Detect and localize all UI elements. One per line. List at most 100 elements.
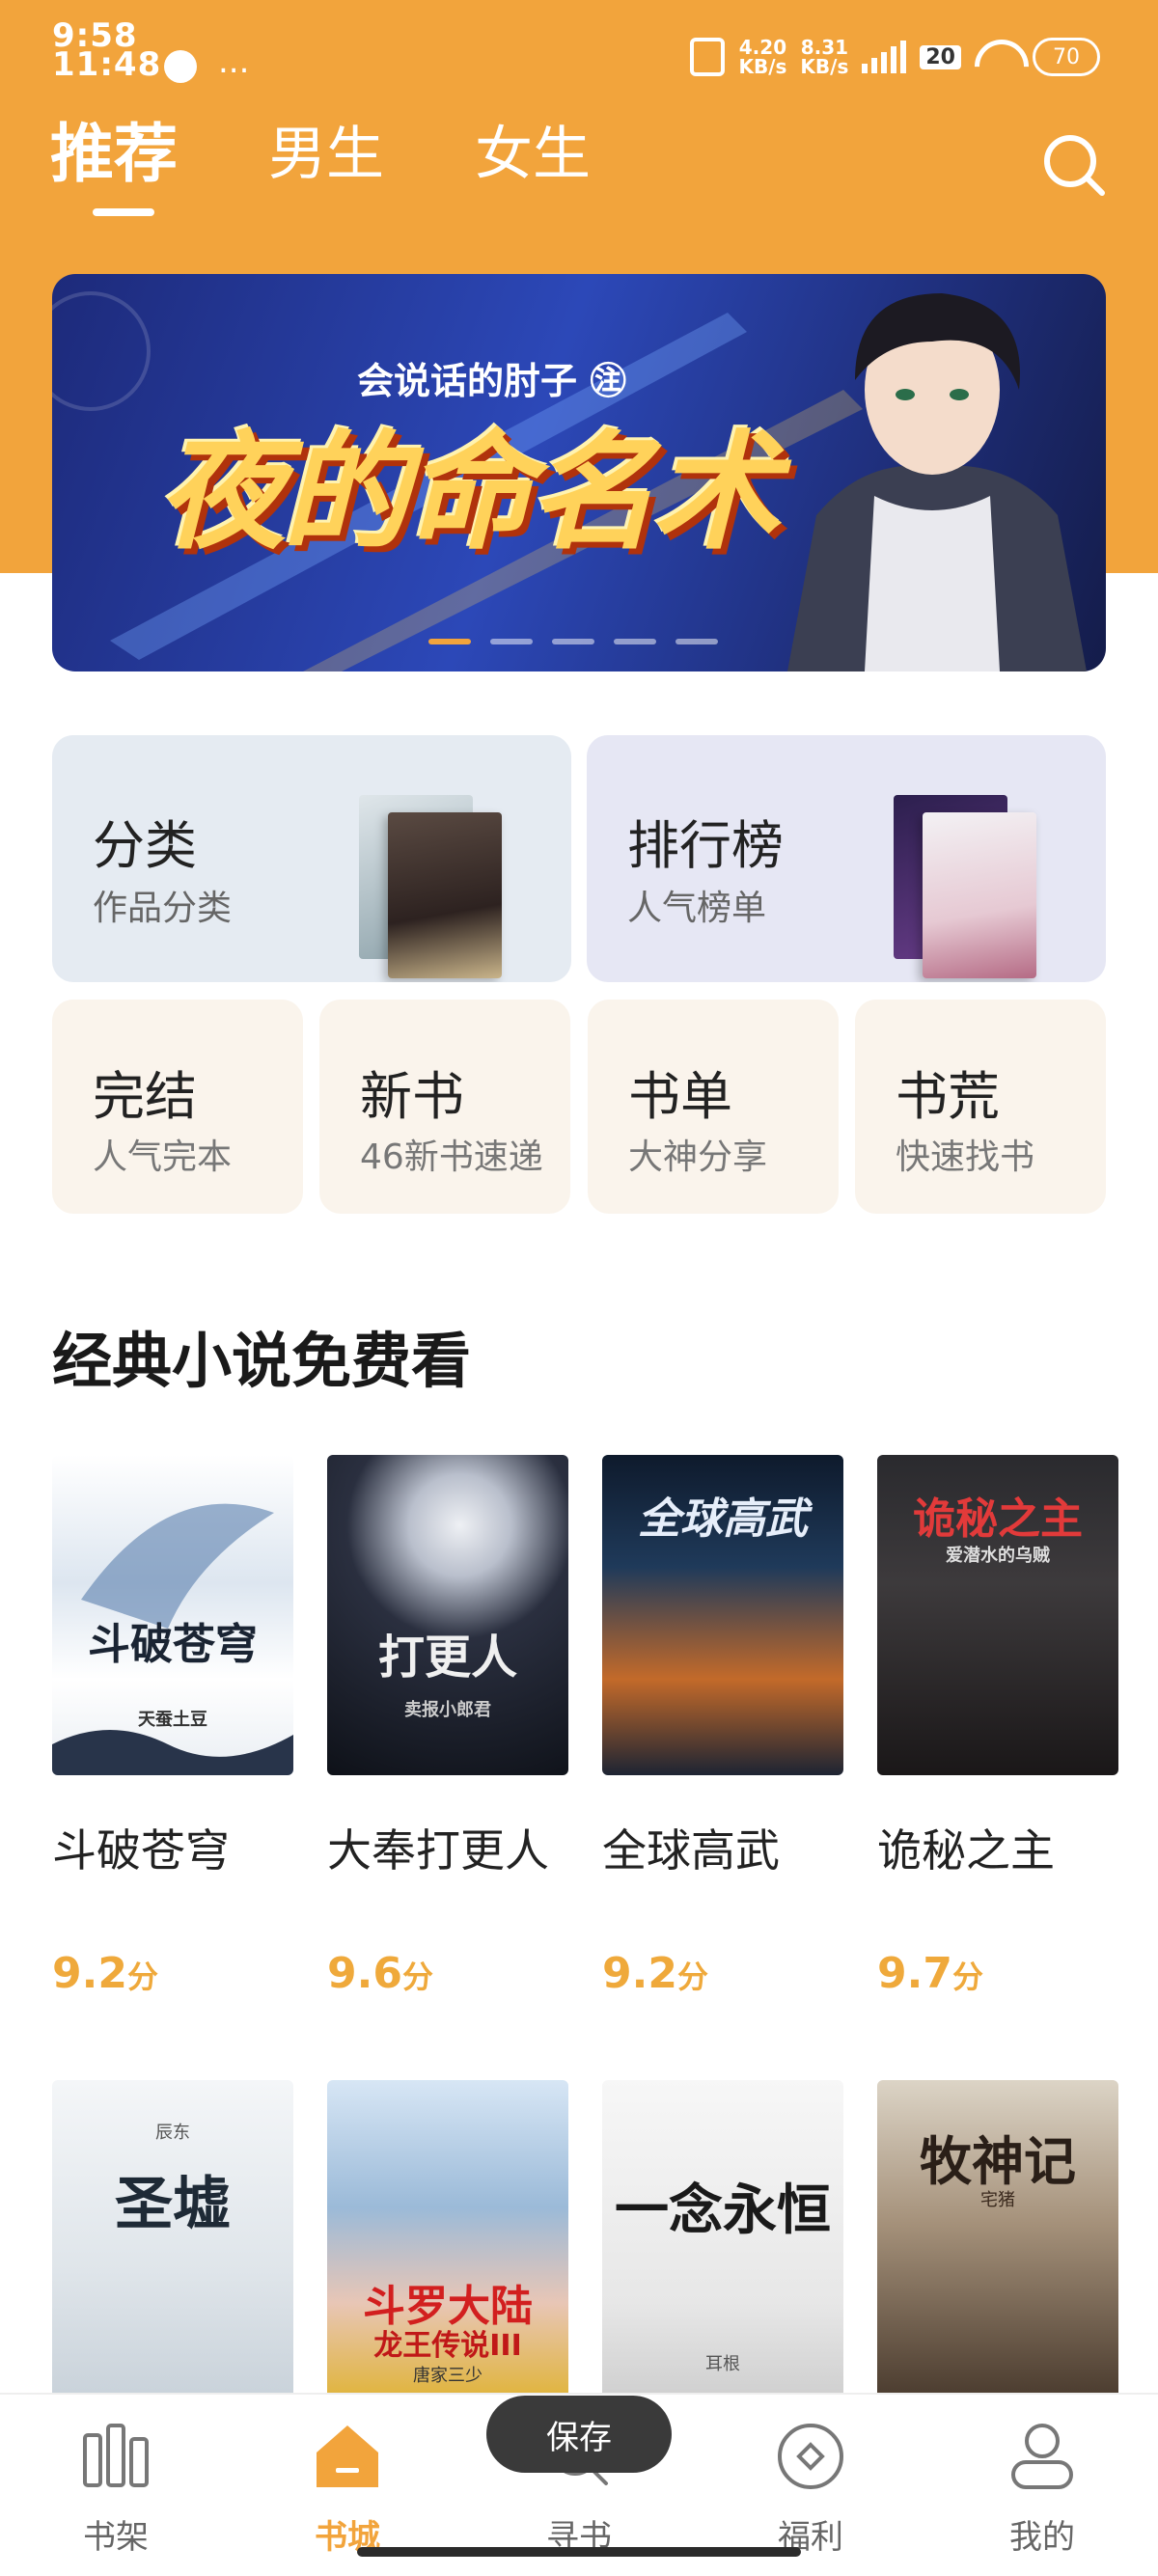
book-score-unit: 分 [401,1959,433,1995]
entry-book-shortage[interactable]: 书荒 快速找书 [855,1000,1106,1214]
net-speed-2-unit: KB/s [800,55,849,78]
book-cover[interactable]: 圣墟 辰东 [52,2080,293,2398]
entry-book-list[interactable]: 书单 大神分享 [588,1000,839,1214]
vibrate-icon [690,38,726,76]
entry-book-shortage-title: 书荒 [896,1066,1000,1127]
book-cover[interactable]: 斗罗大陆 龙王传说III 唐家三少 [327,2080,568,2398]
book-score: 9.2分 [52,1949,293,1998]
net-speed-2-value: 8.31 [800,36,849,59]
nav-profile[interactable]: 我的 [965,2395,1119,2559]
book-score-value: 9.7 [877,1949,952,1998]
wifi-icon [975,40,1019,74]
banner-dot[interactable] [676,639,718,644]
book-score-unit: 分 [126,1959,158,1995]
book-cover[interactable]: 牧神记 宅猪 [877,2080,1118,2398]
home-indicator[interactable] [357,2547,801,2557]
banner-dot[interactable] [428,639,471,644]
book-cover-author: 卖报小郎君 [404,1700,491,1720]
signal-icon [862,41,907,73]
entry-ranking[interactable]: 排行榜 人气榜单 [587,735,1106,982]
book-cover[interactable]: 全球高武 [602,1455,843,1775]
entry-completed[interactable]: 完结 人气完本 [52,1000,303,1214]
tab-male[interactable]: 男生 [268,116,384,193]
book-score: 9.2分 [602,1949,843,1998]
banner-dot[interactable] [614,639,656,644]
save-toast[interactable]: 保存 [486,2396,672,2473]
book-score-value: 9.6 [327,1949,402,1998]
book-cover-title: 一念永恒 [615,2179,831,2242]
book-cover-title: 打更人 [377,1631,517,1685]
status-clock: 9:58 11:48 [52,19,162,84]
net-speed-1: 4.20 KB/s [738,38,786,76]
entry-completed-title: 完结 [93,1066,197,1127]
book-cover[interactable]: 一念永恒 耳根 [602,2080,843,2398]
entry-book-list-subtitle: 大神分享 [628,1137,768,1177]
nav-bookshelf[interactable]: 书架 [39,2395,193,2559]
book-cover-title: 牧神记 [920,2131,1076,2192]
book-cover[interactable]: 斗破苍穹 天蚕土豆 [52,1455,293,1775]
status-bar: 9:58 11:48 ... 4.20 KB/s 8.31 KB/s 20 70 [0,0,1158,96]
book-cover-author: 宅猪 [980,2190,1015,2210]
book-name[interactable]: 斗破苍穹 [52,1816,293,1879]
book-name[interactable]: 全球高武 [602,1816,843,1879]
net-speed-2: 8.31 KB/s [800,38,848,76]
status-time-bottom: 11:48 [52,45,162,84]
promo-banner[interactable]: 会说话的肘子 ㊟ 夜的命名术 [52,274,1106,671]
banner-title: 夜的命名术 [158,419,780,567]
book-score-unit: 分 [951,1959,983,1995]
entry-category-subtitle: 作品分类 [93,889,233,928]
welfare-icon [778,2424,843,2489]
book-score-unit: 分 [676,1959,708,1995]
book-name[interactable]: 大奉打更人 [327,1816,568,1879]
entry-ranking-books-image [894,795,1038,978]
entry-book-shortage-subtitle: 快速找书 [896,1137,1035,1177]
entry-new-books-title: 新书 [360,1066,464,1127]
book-cover-subtitle: 龙王传说III [373,2329,522,2363]
book-name[interactable]: 诡秘之主 [877,1816,1118,1879]
book-cover-author: 爱潜水的乌贼 [946,1546,1050,1566]
book-score: 9.7分 [877,1949,1118,1998]
book-cover-author: 耳根 [705,2354,740,2374]
entry-new-books[interactable]: 新书 46新书速递 [319,1000,570,1214]
book-card[interactable]: 诡秘之主 爱潜水的乌贼 诡秘之主 9.7分 [877,1455,1118,1998]
book-cover-title: 斗破苍穹 [88,1620,258,1669]
entry-new-books-subtitle: 46新书速递 [360,1137,543,1177]
book-score-value: 9.2 [602,1949,677,1998]
bookshelf-icon [83,2424,149,2487]
top-tabs: 推荐 男生 女生 [50,116,681,222]
tab-female[interactable]: 女生 [475,116,591,193]
entry-ranking-subtitle: 人气榜单 [627,889,767,928]
battery-icon: 70 [1033,38,1100,76]
entry-category[interactable]: 分类 作品分类 [52,735,571,982]
status-badge: 20 [920,44,961,69]
book-card[interactable]: 全球高武 全球高武 9.2分 [602,1455,843,1998]
book-card[interactable]: 打更人 卖报小郎君 大奉打更人 9.6分 [327,1455,568,1998]
book-cover-author: 天蚕土豆 [138,1710,207,1730]
entry-completed-subtitle: 人气完本 [93,1137,233,1177]
nav-profile-label: 我的 [1009,2518,1075,2557]
book-score: 9.6分 [327,1949,568,1998]
banner-dot[interactable] [490,639,533,644]
tab-recommend[interactable]: 推荐 [50,116,178,216]
nav-bookstore[interactable]: 书城 [270,2395,425,2559]
book-cover-title: 圣墟 [115,2171,231,2238]
nav-welfare[interactable]: 福利 [733,2395,888,2559]
banner-character-illustration [787,293,1087,671]
book-cover[interactable]: 打更人 卖报小郎君 [327,1455,568,1775]
book-score-value: 9.2 [52,1949,127,1998]
search-icon[interactable] [1040,131,1108,199]
book-cover-title: 诡秘之主 [913,1494,1083,1544]
banner-pagination [428,639,718,644]
profile-icon [1011,2424,1073,2489]
banner-dot[interactable] [552,639,594,644]
book-card[interactable]: 斗破苍穹 天蚕土豆 斗破苍穹 9.2分 [52,1455,293,1998]
section-title: 经典小说免费看 [52,1326,472,1396]
book-cover[interactable]: 诡秘之主 爱潜水的乌贼 [877,1455,1118,1775]
entry-ranking-title: 排行榜 [627,815,784,876]
book-cover-author: 唐家三少 [413,2366,482,2386]
net-speed-1-unit: KB/s [738,55,787,78]
book-cover-title: 全球高武 [638,1494,808,1544]
entry-book-list-title: 书单 [628,1066,732,1127]
bookstore-icon [317,2425,378,2487]
status-indicators: 4.20 KB/s 8.31 KB/s 20 70 [690,23,1100,91]
